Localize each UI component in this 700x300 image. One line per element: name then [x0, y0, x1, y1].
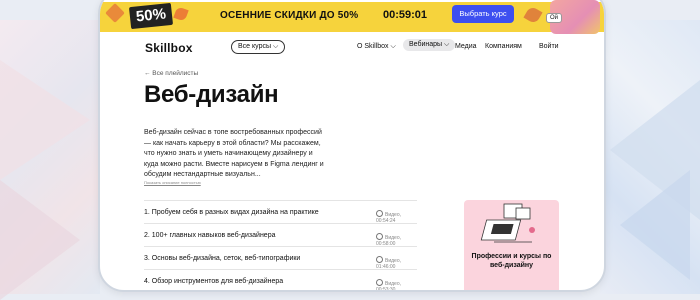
- all-courses-button[interactable]: Все курсы ⌵: [231, 40, 286, 54]
- lesson-row[interactable]: 3. Основы веб-дизайна, сеток, веб-типогр…: [144, 246, 417, 270]
- leaf-icon: [173, 6, 189, 22]
- browser-frame: 50% ОСЕННИЕ СКИДКИ ДО 50% 00:59:01 Выбра…: [98, 0, 606, 292]
- login-link[interactable]: Войти: [539, 43, 559, 50]
- lesson-title: 2. 100+ главных навыков веб-дизайнера: [144, 232, 276, 239]
- all-courses-label: Все курсы: [238, 43, 271, 50]
- lesson-meta: Видео, 01:46:00: [376, 256, 417, 270]
- lesson-row[interactable]: 2. 100+ главных навыков веб-дизайнера Ви…: [144, 223, 417, 247]
- lesson-meta: Видео, 00:53:30: [376, 279, 417, 290]
- lesson-meta: Видео, 00:54:24: [376, 210, 417, 224]
- choose-course-button[interactable]: Выбрать курс: [452, 5, 514, 23]
- background-triangle: [0, 180, 80, 300]
- background-triangle: [0, 60, 90, 180]
- promo-tag: Ой: [546, 13, 563, 23]
- play-icon: [376, 279, 383, 286]
- chevron-down-icon: ⌵: [444, 41, 450, 48]
- nav-webinars-label: Вебинары: [409, 41, 443, 48]
- lesson-meta: Видео, 00:58:00: [376, 233, 417, 247]
- lesson-title: 1. Пробуем себя в разных видах дизайна н…: [144, 209, 319, 216]
- nav-media[interactable]: Медиа: [455, 43, 477, 50]
- background-triangle: [620, 170, 690, 280]
- page-title: Веб-дизайн: [144, 81, 279, 108]
- nav-about-label: О Skillbox: [357, 43, 389, 50]
- play-icon: [376, 256, 383, 263]
- play-icon: [376, 210, 383, 217]
- skillbox-logo[interactable]: Skillbox: [145, 41, 193, 55]
- lesson-row[interactable]: 1. Пробуем себя в разных видах дизайна н…: [144, 200, 417, 224]
- courses-promo-card[interactable]: Профессии и курсы по веб-дизайну: [464, 200, 559, 290]
- discount-badge: 50%: [128, 2, 174, 30]
- back-to-playlists-link[interactable]: ← Все плейлисты: [144, 70, 198, 77]
- card-title: Профессии и курсы по веб-дизайну: [471, 253, 552, 269]
- leaf-icon: [523, 5, 543, 25]
- lesson-title: 4. Обзор инструментов для веб-дизайнера: [144, 278, 284, 285]
- chevron-down-icon: ⌵: [390, 43, 396, 50]
- lesson-row[interactable]: 4. Обзор инструментов для веб-дизайнера …: [144, 269, 417, 290]
- promo-text: ОСЕННИЕ СКИДКИ ДО 50%: [220, 10, 359, 21]
- nav-about[interactable]: О Skillbox ⌵: [357, 43, 396, 51]
- top-navigation: Skillbox Все курсы ⌵ О Skillbox ⌵ Вебина…: [100, 32, 604, 58]
- countdown-timer: 00:59:01: [383, 9, 428, 21]
- leaf-icon: [105, 3, 125, 23]
- laptop-illustration-icon: [480, 203, 535, 243]
- nav-companies[interactable]: Компаниям: [485, 43, 522, 50]
- play-icon: [376, 233, 383, 240]
- promo-banner[interactable]: 50% ОСЕННИЕ СКИДКИ ДО 50% 00:59:01 Выбра…: [100, 0, 604, 34]
- show-full-description-link[interactable]: Показать описание полностью: [144, 180, 201, 185]
- nav-webinars[interactable]: Вебинары ⌵: [403, 39, 456, 51]
- lesson-title: 3. Основы веб-дизайна, сеток, веб-типогр…: [144, 255, 301, 262]
- playlist-description: Веб-дизайн сейчас в топе востребованных …: [144, 129, 324, 178]
- chevron-down-icon: ⌵: [272, 43, 279, 50]
